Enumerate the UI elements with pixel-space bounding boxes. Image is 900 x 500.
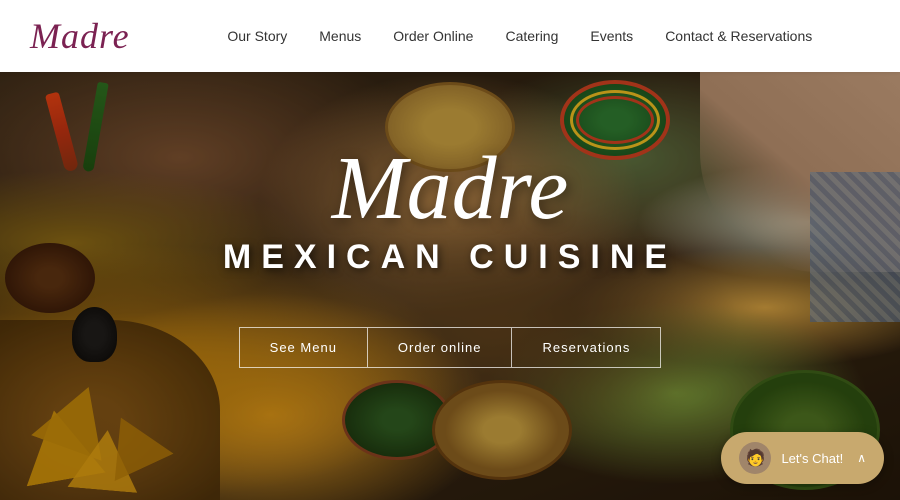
see-menu-button[interactable]: See Menu <box>240 328 367 367</box>
nav-menus[interactable]: Menus <box>319 28 361 44</box>
reservations-button[interactable]: Reservations <box>511 328 660 367</box>
order-online-button[interactable]: Order online <box>367 328 512 367</box>
main-nav: Our Story Menus Order Online Catering Ev… <box>170 28 870 44</box>
hero-subtitle-text: MEXICAN CUISINE <box>223 238 677 277</box>
hero-brand-text: Madre <box>332 144 569 234</box>
chat-label: Let's Chat! <box>781 451 843 466</box>
nav-contact-reservations[interactable]: Contact & Reservations <box>665 28 812 44</box>
site-logo[interactable]: Madre <box>30 15 130 57</box>
hero-section: Madre MEXICAN CUISINE See Menu Order onl… <box>0 72 900 500</box>
site-header: Madre Our Story Menus Order Online Cater… <box>0 0 900 72</box>
chat-chevron-icon: ∧ <box>857 451 866 466</box>
nav-order-online[interactable]: Order Online <box>393 28 473 44</box>
chat-avatar-icon: 🧑 <box>739 442 771 474</box>
nav-events[interactable]: Events <box>590 28 633 44</box>
nav-our-story[interactable]: Our Story <box>227 28 287 44</box>
nav-catering[interactable]: Catering <box>505 28 558 44</box>
chat-bubble[interactable]: 🧑 Let's Chat! ∧ <box>721 432 884 484</box>
cta-button-group: See Menu Order online Reservations <box>239 327 662 368</box>
